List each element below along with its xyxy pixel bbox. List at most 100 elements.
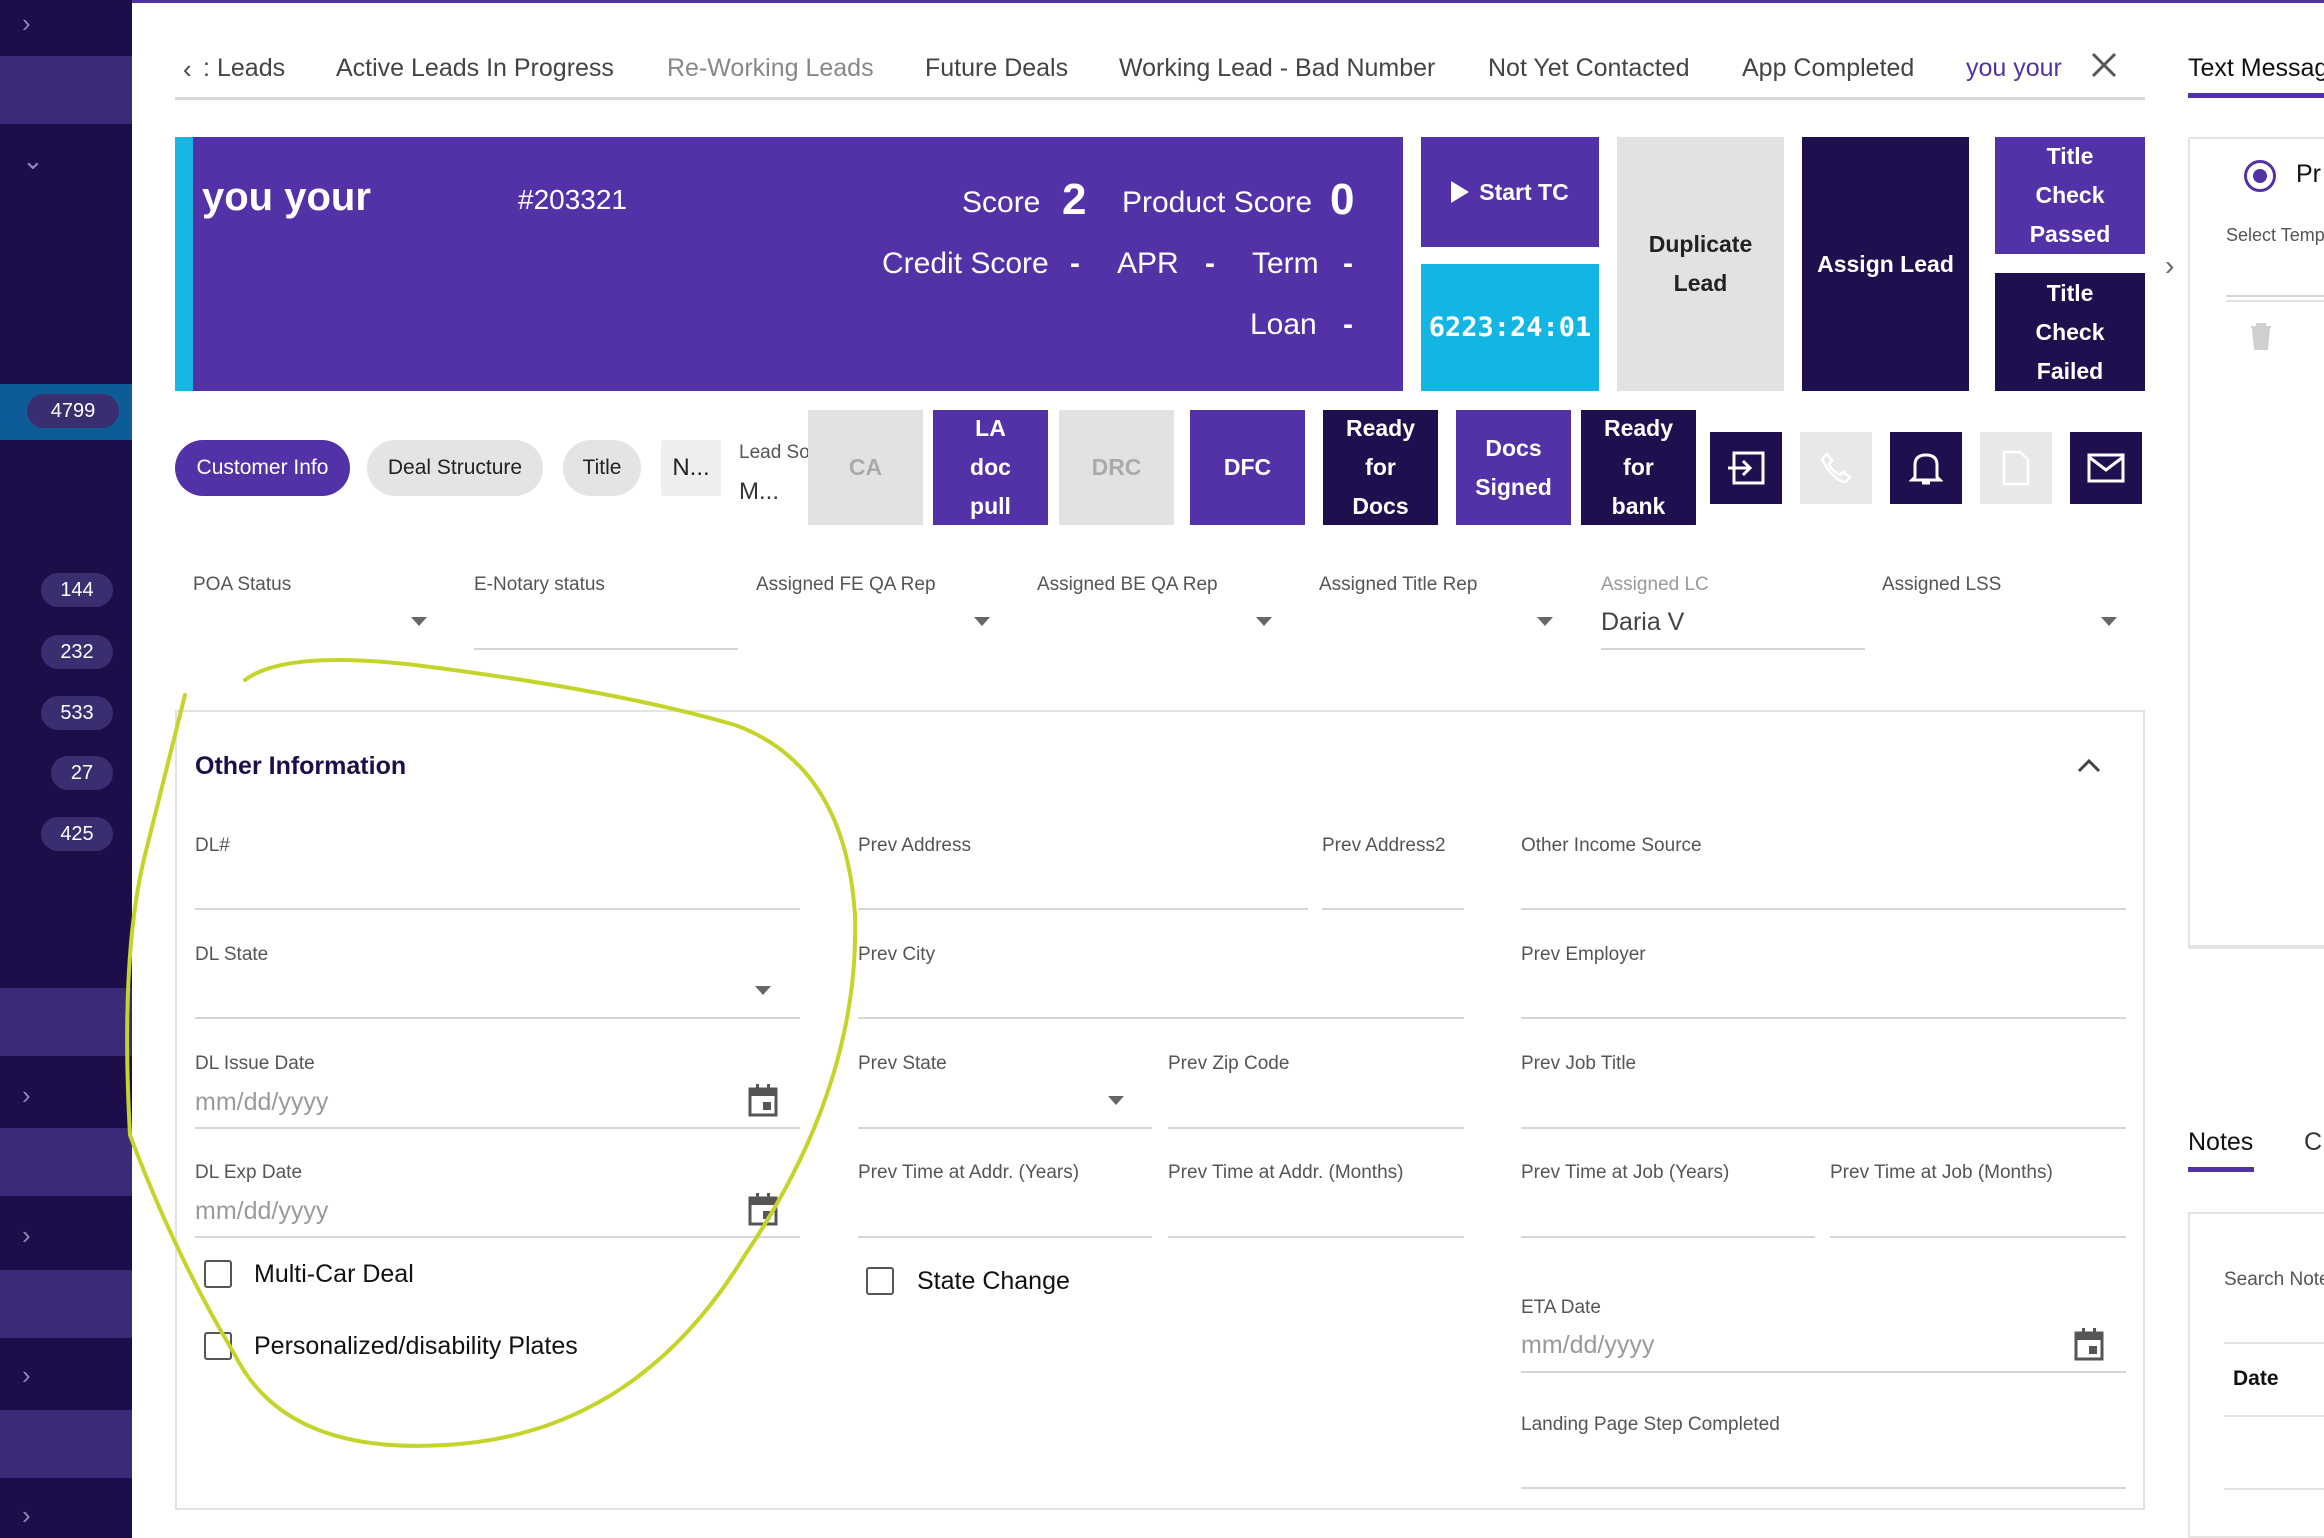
eta-date-input[interactable]: mm/dd/yyyy	[1521, 1331, 1654, 1360]
truncated-pill[interactable]: N...	[661, 440, 721, 496]
prev-zip-label: Prev Zip Code	[1168, 1053, 1290, 1074]
dfc-button[interactable]: DFC	[1190, 410, 1305, 525]
title-check-passed-button[interactable]: Title Check Passed	[1995, 137, 2145, 254]
radio-label: Pr	[2296, 160, 2321, 188]
eta-date-label: ETA Date	[1521, 1297, 1601, 1318]
tab-c[interactable]: C	[2304, 1128, 2322, 1157]
close-icon[interactable]	[2090, 51, 2118, 79]
accent-stripe	[175, 137, 193, 391]
state-change-checkbox[interactable]	[866, 1267, 894, 1295]
landing-step-input[interactable]	[1521, 1487, 2126, 1489]
chevron-right-icon[interactable]: ›	[22, 1080, 31, 1111]
tab-bad-number[interactable]: Working Lead - Bad Number	[1119, 54, 1435, 83]
notification-button[interactable]	[1890, 432, 1962, 504]
poa-status-label: POA Status	[193, 574, 292, 595]
lead-summary-card: you your #203321 Score 2 Product Score 0…	[175, 137, 1403, 391]
tab-you-your[interactable]: you your	[1966, 54, 2062, 83]
prev-zip-input[interactable]	[1168, 1127, 1464, 1129]
chevron-right-icon[interactable]: ›	[22, 8, 31, 39]
be-qa-label: Assigned BE QA Rep	[1037, 574, 1218, 595]
ca-button[interactable]: CA	[808, 410, 923, 525]
sidebar-section[interactable]	[0, 1410, 132, 1478]
dropdown-caret-icon[interactable]	[1537, 617, 1553, 626]
sidebar-section[interactable]	[0, 1128, 132, 1196]
tab-leads[interactable]: Leads	[217, 54, 285, 83]
dropdown-caret-icon[interactable]	[1108, 1096, 1124, 1105]
prev-address2-input[interactable]	[1322, 908, 1464, 910]
prev-employer-input[interactable]	[1521, 1017, 2126, 1019]
chevron-down-icon[interactable]: ⌄	[22, 145, 44, 176]
chevron-right-icon[interactable]: ›	[22, 1220, 31, 1251]
title-check-failed-button[interactable]: Title Check Failed	[1995, 273, 2145, 391]
prev-city-input[interactable]	[858, 1017, 1464, 1019]
btn-line: Title	[2046, 143, 2094, 169]
template-radio[interactable]	[2244, 160, 2276, 192]
tab-leads-prefix[interactable]: :	[203, 54, 210, 83]
ready-for-docs-button[interactable]: Ready for Docs	[1323, 410, 1438, 525]
e-notary-input[interactable]	[474, 648, 738, 650]
prev-job-months-input[interactable]	[1830, 1236, 2126, 1238]
call-button[interactable]	[1800, 432, 1872, 504]
fe-qa-label: Assigned FE QA Rep	[756, 574, 936, 595]
prev-address-label: Prev Address	[858, 835, 971, 856]
dropdown-caret-icon[interactable]	[1256, 617, 1272, 626]
prev-time-years-input[interactable]	[858, 1236, 1152, 1238]
select-template-input[interactable]	[2226, 295, 2324, 297]
chevron-left-icon[interactable]: ‹	[183, 54, 192, 85]
docs-signed-button[interactable]: Docs Signed	[1456, 410, 1571, 525]
eta-date-line	[1521, 1371, 2126, 1373]
dropdown-caret-icon[interactable]	[974, 617, 990, 626]
tab-reworking-leads[interactable]: Re-Working Leads	[667, 54, 874, 83]
calendar-icon[interactable]	[2074, 1327, 2104, 1361]
trash-icon[interactable]	[2250, 322, 2272, 350]
chevron-right-icon[interactable]: ›	[2165, 250, 2174, 282]
search-notes-input[interactable]: Search Note	[2224, 1269, 2324, 1291]
bell-icon	[1909, 453, 1943, 485]
other-income-input[interactable]	[1521, 908, 2126, 910]
loan-label: Loan	[1250, 308, 1317, 341]
sidebar-section[interactable]	[0, 56, 132, 124]
drc-button[interactable]: DRC	[1059, 410, 1174, 525]
chevron-up-icon[interactable]	[2077, 757, 2101, 773]
lead-source-value[interactable]: M...	[739, 478, 779, 506]
product-score-label: Product Score	[1122, 186, 1313, 219]
prev-address-input[interactable]	[858, 908, 1308, 910]
prev-job-title-label: Prev Job Title	[1521, 1053, 1637, 1074]
prev-job-years-input[interactable]	[1521, 1236, 1815, 1238]
sidebar-section[interactable]	[0, 1270, 132, 1338]
la-doc-pull-button[interactable]: LA doc pull	[933, 410, 1048, 525]
chevron-right-icon[interactable]: ›	[22, 1500, 31, 1531]
other-income-label: Other Income Source	[1521, 835, 1702, 856]
count-badge: 144	[41, 573, 113, 607]
prev-job-title-input[interactable]	[1521, 1127, 2126, 1129]
tab-app-completed[interactable]: App Completed	[1742, 54, 1914, 83]
sidebar-section[interactable]	[0, 988, 132, 1056]
transfer-button[interactable]	[1710, 432, 1782, 504]
document-button[interactable]	[1980, 432, 2052, 504]
tab-text-messages[interactable]: Text Messag	[2188, 54, 2324, 83]
play-icon	[1451, 181, 1470, 203]
prev-state-select[interactable]	[858, 1127, 1152, 1129]
ready-for-bank-button[interactable]: Ready for bank	[1581, 410, 1696, 525]
dropdown-caret-icon[interactable]	[2101, 617, 2117, 626]
tab-not-contacted[interactable]: Not Yet Contacted	[1488, 54, 1690, 83]
assign-lead-button[interactable]: Assign Lead	[1802, 137, 1969, 391]
title-pill[interactable]: Title	[563, 440, 641, 496]
tab-active-leads[interactable]: Active Leads In Progress	[336, 54, 614, 83]
tab-future-deals[interactable]: Future Deals	[925, 54, 1068, 83]
duplicate-lead-label: Lead	[1673, 270, 1728, 296]
duplicate-lead-button[interactable]: Duplicate Lead	[1617, 137, 1784, 391]
date-column-header: Date	[2233, 1367, 2279, 1390]
credit-score-value: -	[1070, 247, 1080, 280]
deal-structure-pill[interactable]: Deal Structure	[367, 440, 543, 496]
start-tc-button[interactable]: Start TC	[1421, 137, 1599, 247]
email-button[interactable]	[2070, 432, 2142, 504]
chevron-right-icon[interactable]: ›	[22, 1360, 31, 1391]
apr-value: -	[1205, 247, 1215, 280]
btn-line: Failed	[2036, 357, 2104, 384]
dropdown-caret-icon[interactable]	[411, 617, 427, 626]
prev-time-months-input[interactable]	[1168, 1236, 1464, 1238]
credit-score-label: Credit Score	[882, 247, 1049, 280]
customer-info-pill[interactable]: Customer Info	[175, 440, 350, 496]
tab-notes[interactable]: Notes	[2188, 1128, 2253, 1157]
